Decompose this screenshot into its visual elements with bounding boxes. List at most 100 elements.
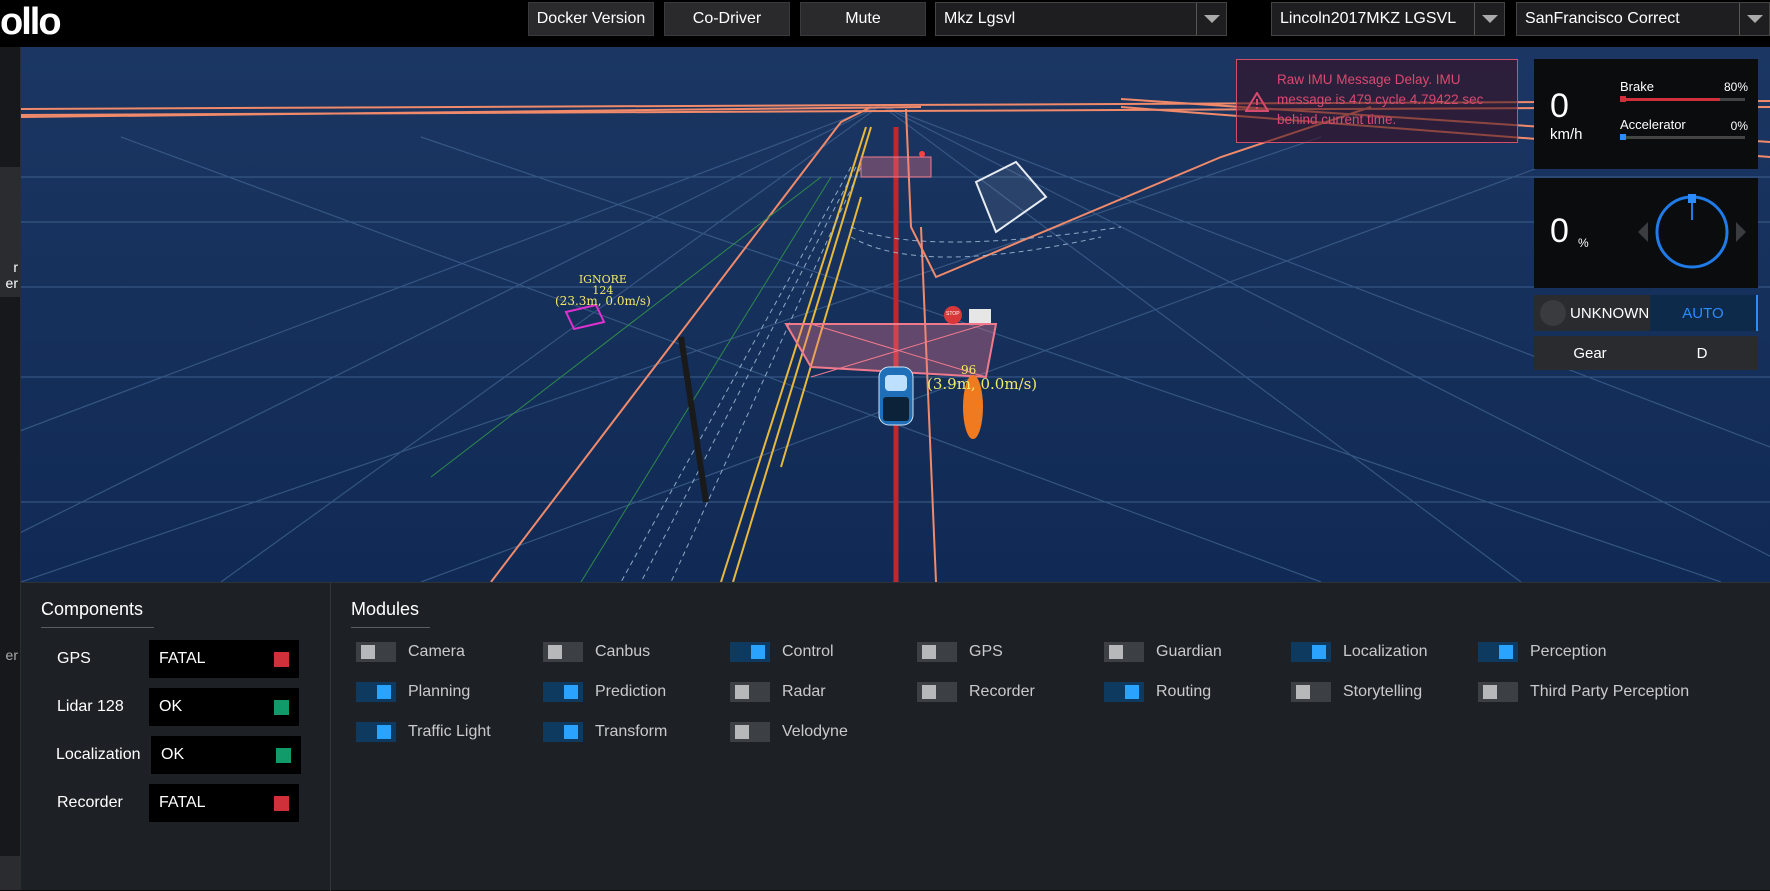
- module-toggle[interactable]: [917, 682, 957, 702]
- mode-select[interactable]: Mkz Lgsvl: [935, 2, 1227, 36]
- module-third-party-perception[interactable]: Third Party Perception: [1478, 680, 1689, 704]
- module-toggle[interactable]: [543, 642, 583, 662]
- module-label: Routing: [1156, 683, 1212, 700]
- module-label: Transform: [595, 723, 668, 740]
- side-nav-tab-active[interactable]: r er: [0, 167, 20, 297]
- alert-message: Raw IMU Message Delay. IMU message is 47…: [1277, 72, 1484, 127]
- co-driver-button[interactable]: Co-Driver: [664, 2, 790, 36]
- warning-icon: [1245, 92, 1269, 112]
- accelerator-percent: 0%: [1730, 119, 1748, 133]
- steering-panel: 0 %: [1534, 178, 1758, 288]
- apollo-logo: ollo: [0, 2, 62, 42]
- chevron-down-icon: [1474, 3, 1504, 35]
- module-label: Recorder: [969, 683, 1035, 700]
- docker-version-button[interactable]: Docker Version: [528, 2, 654, 36]
- module-label: Control: [782, 643, 834, 660]
- side-nav-tab-fragment: er: [5, 647, 18, 663]
- driving-mode-label: UNKNOWN: [1570, 304, 1650, 322]
- chevron-down-icon: [1739, 3, 1769, 35]
- component-status: FATAL: [149, 784, 299, 822]
- module-prediction[interactable]: Prediction: [543, 680, 666, 704]
- module-label: Planning: [408, 683, 471, 700]
- module-storytelling[interactable]: Storytelling: [1291, 680, 1422, 704]
- vehicle-select-value: Lincoln2017MKZ LGSVL: [1280, 10, 1457, 27]
- module-traffic-light[interactable]: Traffic Light: [356, 720, 491, 744]
- module-toggle[interactable]: [730, 642, 770, 662]
- component-row-lidar: Lidar 128 OK: [21, 688, 331, 726]
- module-perception[interactable]: Perception: [1478, 640, 1607, 664]
- module-label: Localization: [1343, 643, 1428, 660]
- module-label: Camera: [408, 643, 465, 660]
- module-toggle[interactable]: [1478, 642, 1518, 662]
- module-toggle[interactable]: [356, 682, 396, 702]
- auto-mode-button[interactable]: AUTO: [1650, 295, 1758, 331]
- component-status-text: FATAL: [159, 794, 206, 811]
- component-label: Lidar 128: [57, 698, 124, 715]
- module-transform[interactable]: Transform: [543, 720, 667, 744]
- module-toggle[interactable]: [1291, 642, 1331, 662]
- module-toggle[interactable]: [917, 642, 957, 662]
- module-label: GPS: [969, 643, 1003, 660]
- ego-vehicle: [878, 366, 914, 426]
- status-indicator-icon: [276, 748, 291, 763]
- module-radar[interactable]: Radar: [730, 680, 826, 704]
- mode-select-value: Mkz Lgsvl: [944, 10, 1016, 27]
- module-toggle[interactable]: [1291, 682, 1331, 702]
- status-indicator-icon: [274, 700, 289, 715]
- driving-mode-indicator: [1540, 300, 1566, 326]
- traffic-light-icon: [969, 309, 991, 323]
- module-velodyne[interactable]: Velodyne: [730, 720, 848, 744]
- steering-value: 0: [1550, 212, 1569, 250]
- side-nav-tab-bottom[interactable]: [0, 856, 20, 890]
- mute-button[interactable]: Mute: [800, 2, 926, 36]
- module-canbus[interactable]: Canbus: [543, 640, 650, 664]
- module-toggle[interactable]: [1478, 682, 1518, 702]
- status-indicator-icon: [274, 796, 289, 811]
- module-toggle[interactable]: [356, 722, 396, 742]
- module-localization[interactable]: Localization: [1291, 640, 1428, 664]
- status-indicator-icon: [274, 652, 289, 667]
- component-row-recorder: Recorder FATAL: [21, 784, 331, 822]
- brake-percent: 80%: [1723, 80, 1748, 94]
- side-nav-tab-fragment: r: [13, 259, 18, 275]
- module-camera[interactable]: Camera: [356, 640, 465, 664]
- module-toggle[interactable]: [730, 682, 770, 702]
- alert-banner: Raw IMU Message Delay. IMU message is 47…: [1236, 59, 1518, 143]
- module-toggle[interactable]: [1104, 642, 1144, 662]
- brake-bar-cap: [1620, 96, 1626, 102]
- status-panel: Components GPS FATAL Lidar 128 OK Locali…: [21, 582, 1770, 891]
- obstacle-ignore-info: (23.3m, 0.0m/s): [555, 294, 651, 308]
- gear-label: Gear: [1573, 344, 1607, 362]
- brake-bar-fill: [1620, 98, 1720, 101]
- map-select[interactable]: SanFrancisco Correct: [1516, 2, 1770, 36]
- driving-mode-row: UNKNOWN AUTO: [1534, 295, 1758, 331]
- component-label: Recorder: [57, 794, 123, 811]
- module-gps[interactable]: GPS: [917, 640, 1003, 664]
- module-recorder[interactable]: Recorder: [917, 680, 1035, 704]
- module-label: Velodyne: [782, 723, 848, 740]
- speed-panel: 0 km/h Brake 80% Accelerator 0%: [1534, 59, 1758, 169]
- speed-unit: km/h: [1550, 126, 1583, 143]
- vehicle-select[interactable]: Lincoln2017MKZ LGSVL: [1271, 2, 1505, 36]
- driving-mode-status: UNKNOWN: [1534, 295, 1650, 331]
- module-planning[interactable]: Planning: [356, 680, 470, 704]
- module-label: Prediction: [595, 683, 667, 700]
- module-label: Traffic Light: [408, 723, 491, 740]
- components-title: Components: [41, 599, 154, 628]
- module-label: Third Party Perception: [1530, 683, 1690, 700]
- stop-sign-label: STOP: [946, 311, 960, 317]
- side-nav-tab-fragment: er: [5, 275, 18, 291]
- module-label: Radar: [782, 683, 826, 700]
- module-toggle[interactable]: [1104, 682, 1144, 702]
- component-label: GPS: [57, 650, 91, 667]
- module-guardian[interactable]: Guardian: [1104, 640, 1222, 664]
- brake-label: Brake: [1620, 79, 1654, 94]
- module-control[interactable]: Control: [730, 640, 834, 664]
- module-toggle[interactable]: [543, 682, 583, 702]
- module-routing[interactable]: Routing: [1104, 680, 1211, 704]
- steering-wheel-icon: [1638, 194, 1746, 269]
- gear-value: D: [1696, 344, 1708, 362]
- module-toggle[interactable]: [730, 722, 770, 742]
- module-toggle[interactable]: [543, 722, 583, 742]
- module-toggle[interactable]: [356, 642, 396, 662]
